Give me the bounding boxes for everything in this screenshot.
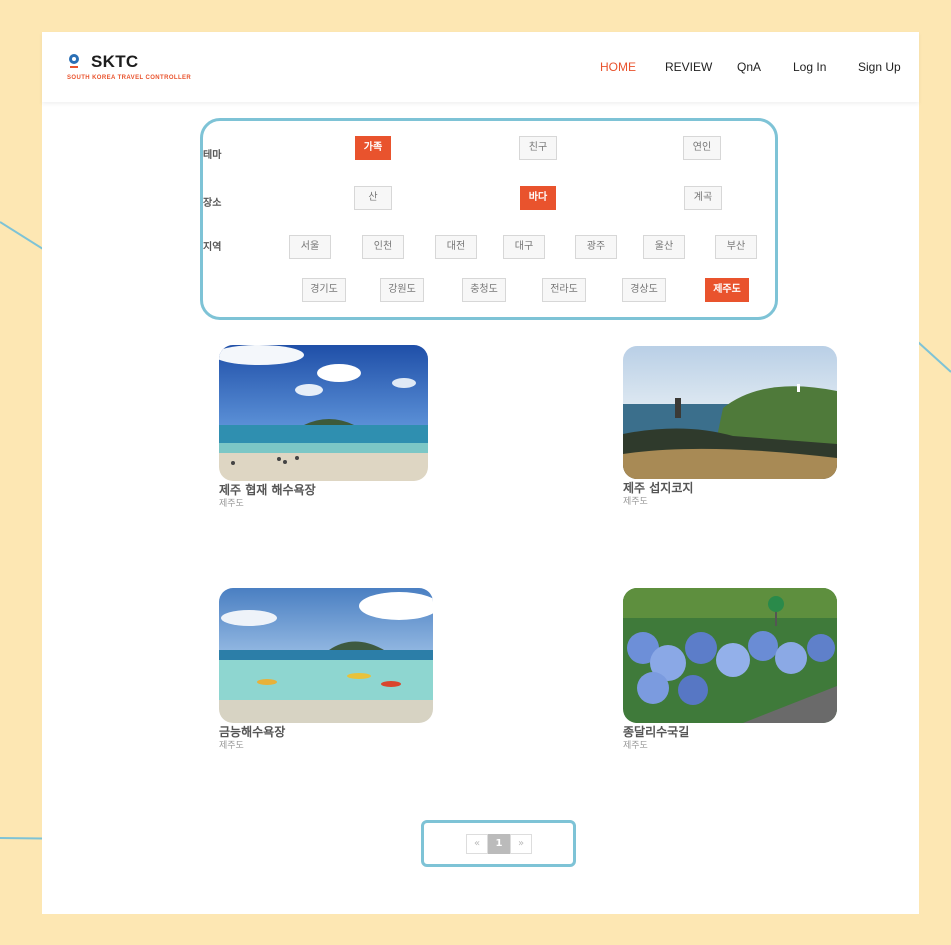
result-title: 제주 섭지코지: [623, 481, 694, 495]
pagination-prev[interactable]: «: [466, 834, 488, 854]
result-card[interactable]: 금능해수욕장 제주도: [219, 588, 434, 752]
result-region: 제주도: [623, 741, 648, 751]
site-header: SKTC SOUTH KOREA TRAVEL CONTROLLER HOME …: [42, 32, 919, 102]
result-region: 제주도: [219, 499, 244, 509]
main-nav: HOME REVIEW QnA Log In Sign Up: [42, 60, 919, 80]
result-region: 제주도: [623, 497, 648, 507]
result-title: 금능해수욕장: [219, 725, 286, 739]
filter-panel-highlight: [200, 118, 778, 320]
nav-review[interactable]: REVIEW: [665, 60, 712, 74]
result-card[interactable]: 제주 협재 해수욕장 제주도: [219, 345, 429, 510]
nav-signup[interactable]: Sign Up: [858, 60, 901, 74]
flower-road-photo: [623, 588, 837, 723]
beach-photo: [219, 345, 428, 481]
result-title: 제주 협재 해수욕장: [219, 483, 316, 497]
coast-photo: [623, 346, 837, 479]
result-card[interactable]: 종달리수국길 제주도: [623, 588, 838, 752]
nav-home[interactable]: HOME: [600, 60, 636, 74]
result-region: 제주도: [219, 741, 244, 751]
beach-photo: [219, 588, 433, 723]
nav-login[interactable]: Log In: [793, 60, 826, 74]
pagination-next[interactable]: »: [510, 834, 532, 854]
result-card[interactable]: 제주 섭지코지 제주도: [623, 346, 838, 508]
result-title: 종달리수국길: [623, 725, 690, 739]
pagination: « 1 »: [466, 834, 532, 854]
nav-qna[interactable]: QnA: [737, 60, 761, 74]
pagination-page-current[interactable]: 1: [488, 834, 510, 854]
